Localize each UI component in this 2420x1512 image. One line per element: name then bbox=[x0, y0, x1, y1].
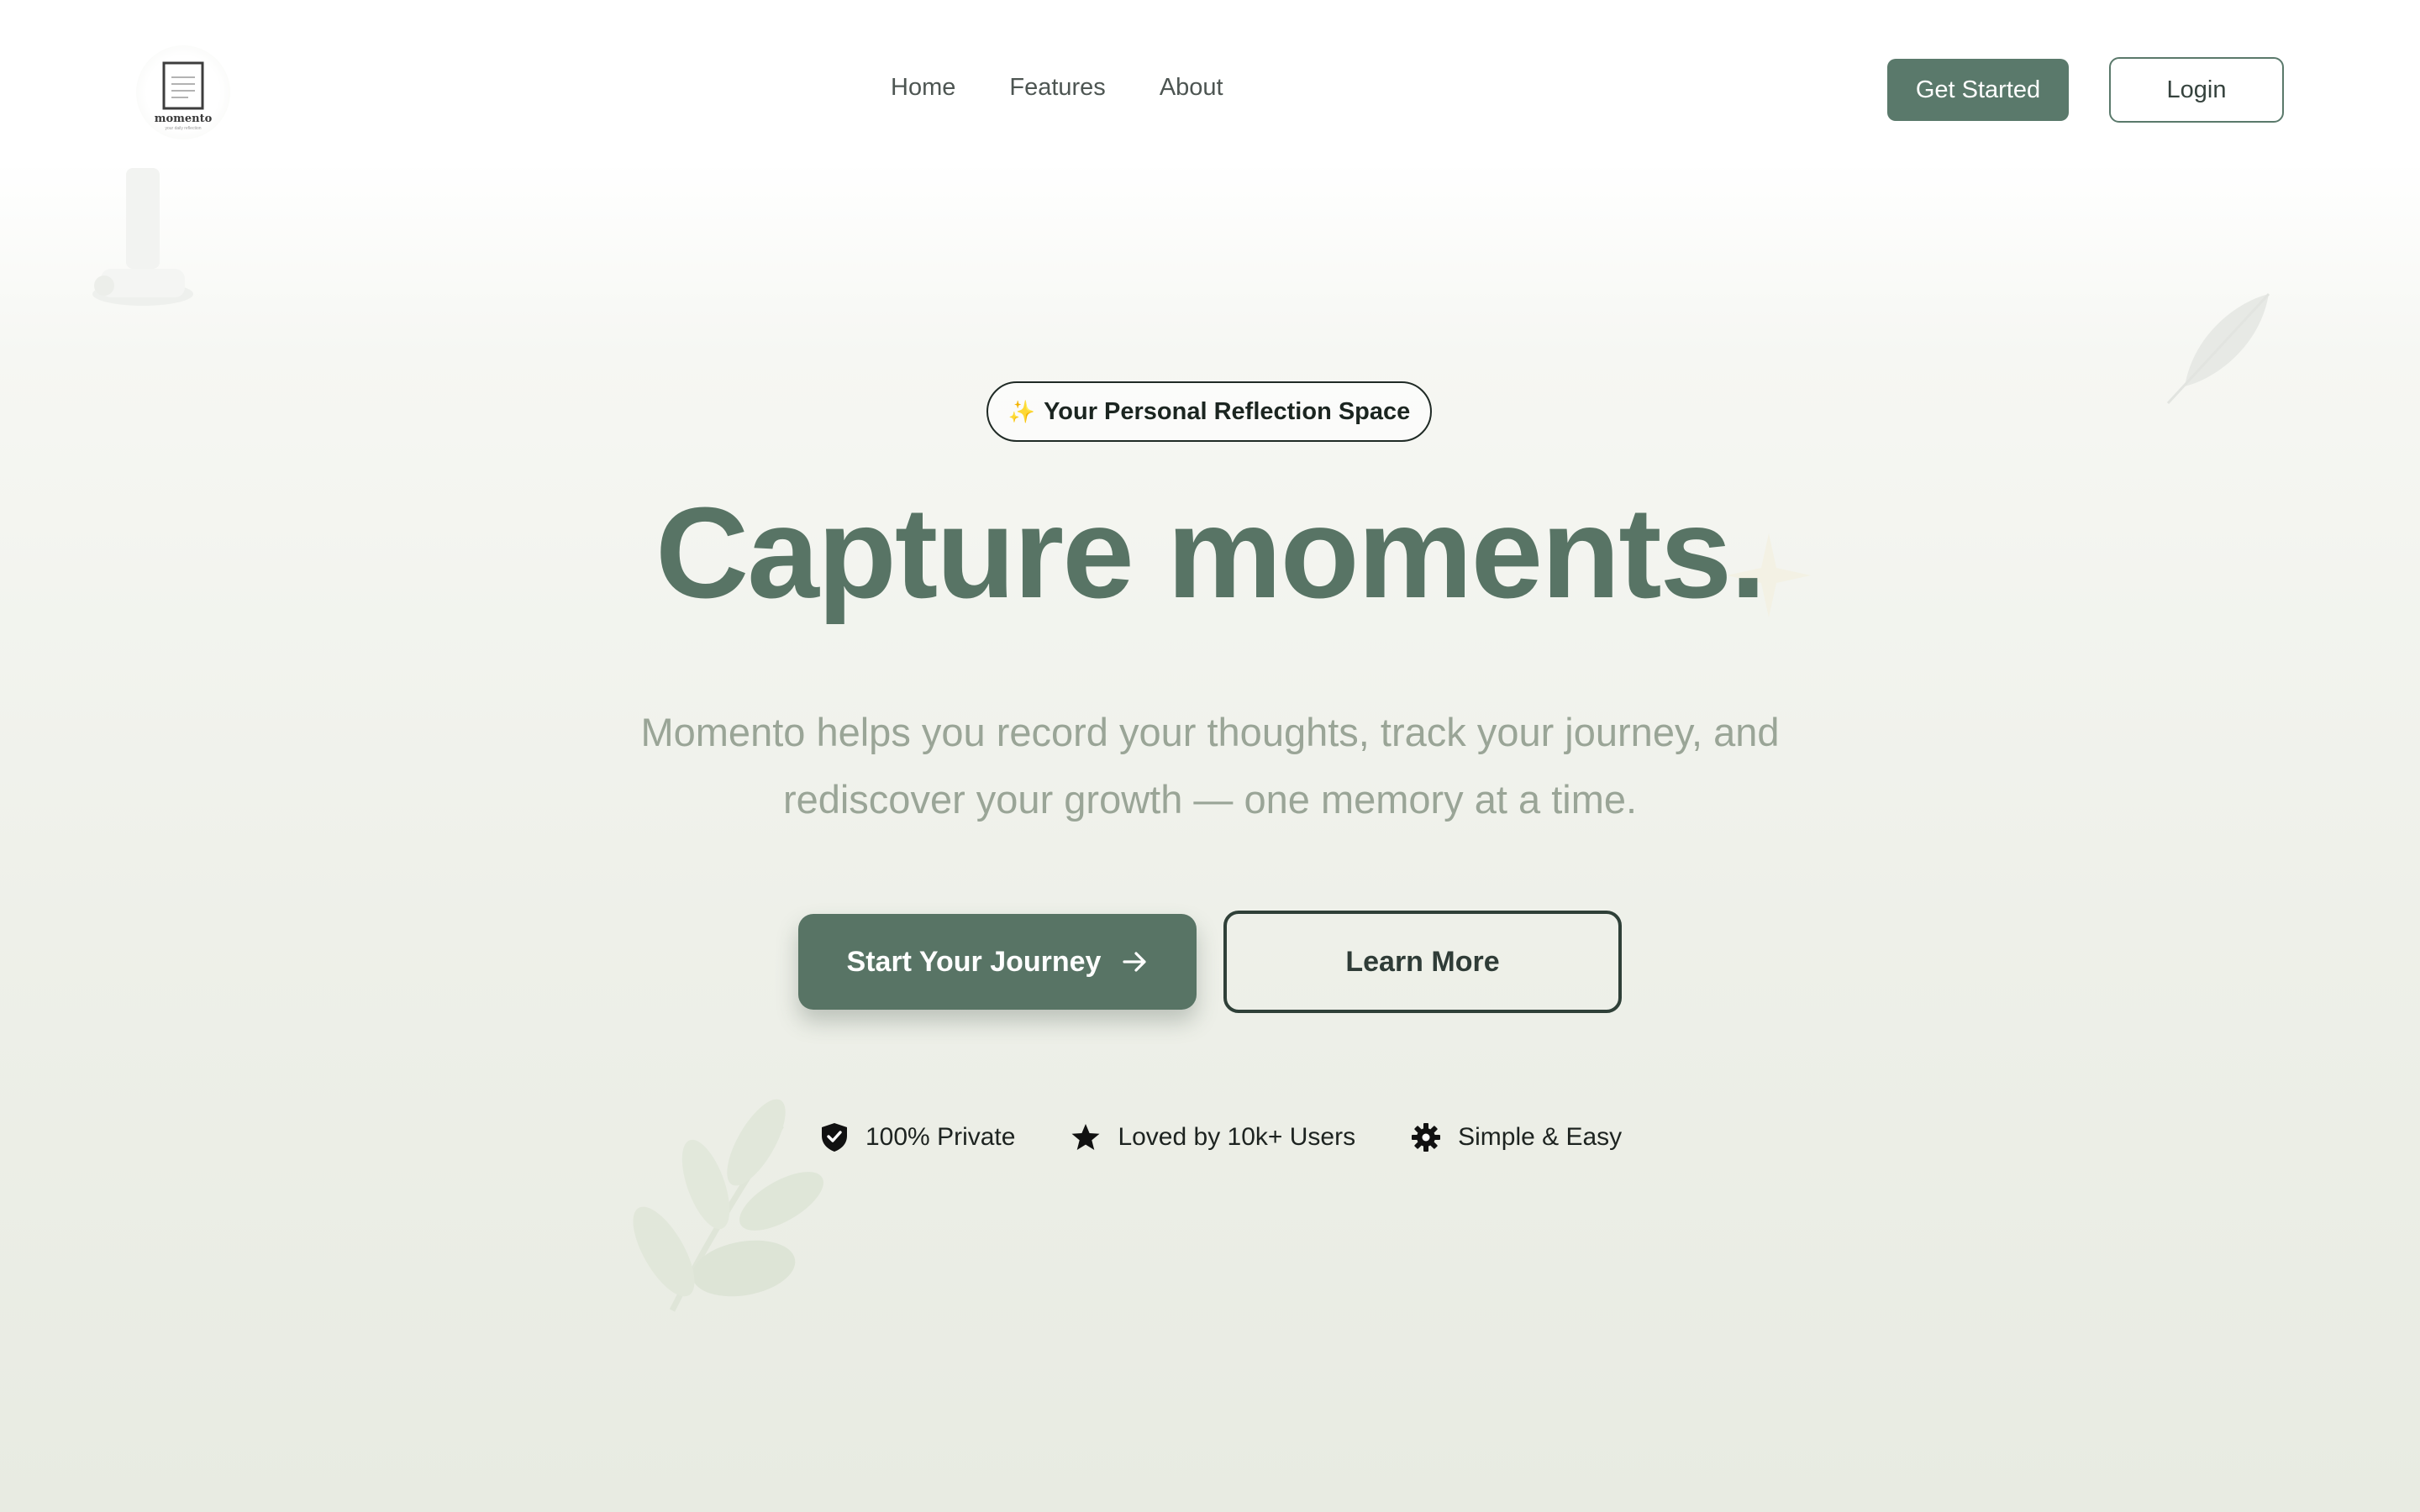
star-icon bbox=[1071, 1124, 1100, 1150]
shield-check-icon bbox=[822, 1123, 847, 1152]
feature-loved: Loved by 10k+ Users bbox=[1071, 1123, 1355, 1152]
start-journey-button[interactable]: Start Your Journey bbox=[798, 914, 1197, 1010]
feature-private-label: 100% Private bbox=[865, 1123, 1016, 1151]
hero-badge: ✨ Your Personal Reflection Space bbox=[986, 381, 1432, 442]
sparkles-icon: ✨ bbox=[1007, 398, 1036, 424]
site-header: momento your daily reflection Home Featu… bbox=[0, 0, 2420, 168]
hero-subtitle-line-2: rediscover your growth — one memory at a… bbox=[782, 777, 1638, 822]
arrow-right-icon bbox=[1123, 952, 1147, 972]
feature-simple-label: Simple & Easy bbox=[1458, 1123, 1623, 1151]
gear-icon bbox=[1412, 1123, 1441, 1152]
logo-wordmark: momento bbox=[154, 113, 213, 125]
nav-home[interactable]: Home bbox=[891, 74, 955, 102]
nav-features[interactable]: Features bbox=[1009, 74, 1105, 102]
nav-about[interactable]: About bbox=[1160, 74, 1223, 102]
hero-features: 100% Private Loved by 10k+ Users Simple … bbox=[820, 1122, 1677, 1152]
start-journey-label: Start Your Journey bbox=[846, 945, 1102, 978]
feather-decoration-icon bbox=[2166, 292, 2270, 405]
hero-headline: Capture moments. bbox=[655, 480, 1766, 625]
notebook-icon bbox=[162, 61, 204, 110]
feature-private: 100% Private bbox=[820, 1122, 1015, 1152]
learn-more-button[interactable]: Learn More bbox=[1223, 911, 1622, 1013]
hero-badge-text: Your Personal Reflection Space bbox=[1044, 397, 1411, 425]
hero-subtitle-line-1: Momento helps you record your thoughts, … bbox=[640, 710, 1780, 754]
logo-tagline: your daily reflection bbox=[165, 126, 202, 131]
get-started-button[interactable]: Get Started bbox=[1887, 59, 2069, 121]
landing-page: momento your daily reflection Home Featu… bbox=[0, 0, 2420, 1512]
candle-decoration-icon bbox=[92, 168, 193, 306]
main-nav: Home Features About bbox=[891, 74, 1223, 102]
hero-subtitle: Momento helps you record your thoughts, … bbox=[538, 699, 1882, 833]
feature-simple: Simple & Easy bbox=[1411, 1122, 1622, 1152]
leaf-branch-decoration-icon bbox=[633, 1099, 823, 1312]
login-button[interactable]: Login bbox=[2109, 57, 2284, 123]
feature-loved-label: Loved by 10k+ Users bbox=[1118, 1123, 1356, 1151]
momento-logo[interactable]: momento your daily reflection bbox=[136, 45, 230, 139]
